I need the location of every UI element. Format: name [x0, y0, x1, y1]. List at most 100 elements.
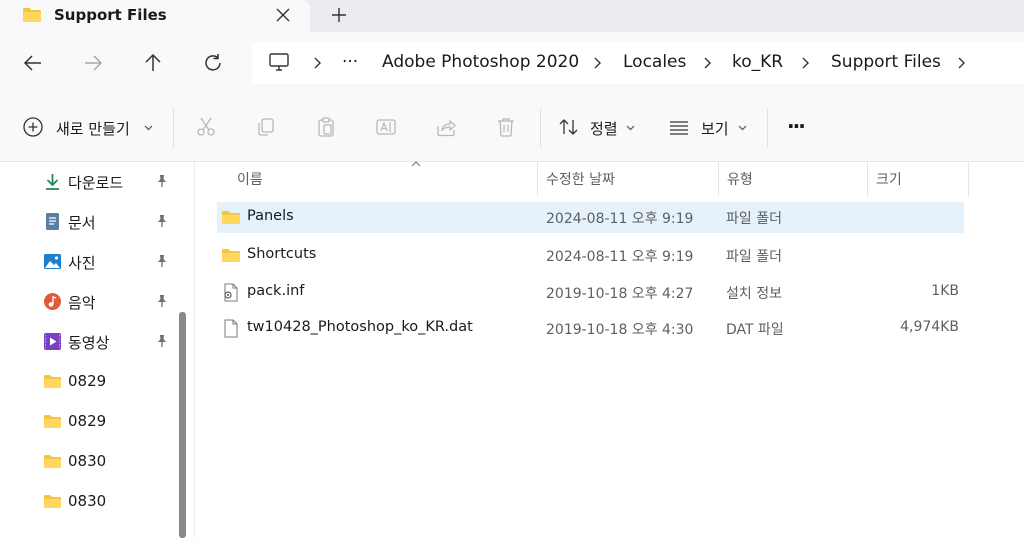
- view-button[interactable]: 보기: [668, 94, 750, 162]
- folder-icon: [23, 8, 41, 22]
- breadcrumb-item[interactable]: Locales: [623, 52, 686, 72]
- pin-icon[interactable]: [155, 254, 169, 268]
- sidebar-item-label: 문서: [68, 214, 96, 232]
- toolbar-divider: [767, 108, 768, 148]
- file-type: 설치 정보: [726, 286, 782, 302]
- column-header-label: 수정한 날짜: [546, 172, 615, 188]
- breadcrumb-item[interactable]: ko_KR: [732, 52, 783, 72]
- file-row[interactable]: Shortcuts 2024-08-11 오후 9:19 파일 폴더: [217, 240, 964, 271]
- folder-icon: [44, 495, 61, 508]
- tab-support-files[interactable]: Support Files: [0, 0, 310, 32]
- sidebar-item-label: 다운로드: [68, 174, 124, 192]
- file-row[interactable]: Panels 2024-08-11 오후 9:19 파일 폴더: [217, 202, 964, 233]
- file-name: tw10428_Photoshop_ko_KR.dat: [247, 319, 473, 335]
- chevron-down-icon: [144, 125, 153, 131]
- breadcrumb-overflow[interactable]: ···: [342, 52, 358, 72]
- back-arrow-icon[interactable]: [22, 52, 44, 74]
- pin-icon[interactable]: [155, 334, 169, 348]
- sidebar-item-label: 0829: [68, 412, 107, 430]
- column-divider[interactable]: [968, 162, 969, 196]
- sidebar-item-folder[interactable]: 0829: [40, 370, 175, 394]
- sidebar-item-label: 0830: [68, 492, 107, 510]
- sidebar-item-videos[interactable]: 동영상: [40, 330, 175, 354]
- sidebar-item-label: 동영상: [68, 334, 110, 352]
- documents-icon: [46, 213, 59, 230]
- folder-icon: [222, 249, 240, 262]
- pin-icon[interactable]: [155, 174, 169, 188]
- sidebar-scrollbar[interactable]: [179, 312, 186, 538]
- music-icon: [44, 293, 61, 310]
- sort-button[interactable]: 정렬: [558, 94, 644, 162]
- file-type: 파일 폴더: [726, 211, 782, 227]
- delete-icon[interactable]: [495, 116, 517, 138]
- videos-icon: [44, 333, 61, 350]
- breadcrumb-item[interactable]: Adobe Photoshop 2020: [382, 52, 579, 72]
- sidebar-item-pictures[interactable]: 사진: [40, 250, 175, 274]
- download-icon: [46, 174, 59, 190]
- sidebar-item-folder[interactable]: 0829: [40, 410, 175, 434]
- command-bar: 새로 만들기 정렬 보기 ···: [0, 94, 1024, 162]
- column-header-type[interactable]: 유형: [719, 162, 867, 196]
- add-circle-icon: [23, 117, 43, 137]
- file-date: 2019-10-18 오후 4:27: [546, 286, 694, 302]
- folder-icon: [44, 375, 61, 388]
- file-name: Shortcuts: [247, 246, 317, 262]
- forward-arrow-icon[interactable]: [82, 52, 104, 74]
- sidebar-item-label: 0829: [68, 372, 107, 390]
- sidebar-item-label: 사진: [68, 254, 96, 272]
- column-header-name[interactable]: 이름: [229, 161, 537, 196]
- chevron-right-icon[interactable]: [312, 56, 322, 70]
- file-date: 2024-08-11 오후 9:19: [546, 249, 694, 265]
- file-name: Panels: [247, 208, 294, 224]
- rename-icon[interactable]: [375, 116, 397, 138]
- column-header-size[interactable]: 크기: [868, 162, 968, 196]
- file-row[interactable]: tw10428_Photoshop_ko_KR.dat 2019-10-18 오…: [217, 313, 964, 344]
- sidebar-item-documents[interactable]: 문서: [40, 210, 175, 234]
- scrollbar-thumb[interactable]: [179, 312, 186, 538]
- sort-ascending-icon: [411, 161, 421, 167]
- up-arrow-icon[interactable]: [142, 52, 164, 74]
- close-icon[interactable]: [274, 6, 292, 24]
- column-header-label: 이름: [237, 172, 263, 188]
- paste-icon[interactable]: [315, 116, 337, 138]
- copy-icon[interactable]: [255, 116, 277, 138]
- pane-divider[interactable]: [194, 162, 195, 538]
- this-pc-icon[interactable]: [268, 52, 290, 72]
- folder-icon: [222, 211, 240, 224]
- breadcrumb-item[interactable]: Support Files: [831, 52, 941, 72]
- column-header-date[interactable]: 수정한 날짜: [538, 162, 718, 196]
- sidebar-item-downloads[interactable]: 다운로드: [40, 170, 175, 194]
- chevron-right-icon[interactable]: [592, 56, 602, 70]
- toolbar-divider: [540, 108, 541, 148]
- chevron-right-icon[interactable]: [956, 56, 966, 70]
- file-date: 2024-08-11 오후 9:19: [546, 211, 694, 227]
- sidebar-item-music[interactable]: 음악: [40, 290, 175, 314]
- share-icon[interactable]: [435, 116, 457, 138]
- chevron-right-icon[interactable]: [800, 56, 810, 70]
- sort-label: 정렬: [590, 120, 618, 138]
- setup-info-file-icon: [224, 283, 238, 302]
- toolbar-divider: [173, 108, 174, 148]
- file-date: 2019-10-18 오후 4:30: [546, 322, 694, 338]
- tab-bar: Support Files: [0, 0, 1024, 32]
- tab-title: Support Files: [54, 6, 167, 24]
- pin-icon[interactable]: [155, 294, 169, 308]
- folder-icon: [44, 415, 61, 428]
- file-row[interactable]: pack.inf 2019-10-18 오후 4:27 설치 정보 1KB: [217, 277, 964, 308]
- sidebar-item-label: 0830: [68, 452, 107, 470]
- file-type: DAT 파일: [726, 322, 784, 338]
- file-name: pack.inf: [247, 283, 305, 299]
- cut-icon[interactable]: [195, 116, 217, 138]
- sidebar-item-folder[interactable]: 0830: [40, 490, 175, 514]
- pictures-icon: [44, 254, 61, 269]
- new-button-label: 새로 만들기: [56, 120, 130, 138]
- more-options-button[interactable]: ···: [787, 114, 806, 138]
- refresh-icon[interactable]: [202, 52, 224, 74]
- address-bar[interactable]: ··· Adobe Photoshop 2020 Locales ko_KR S…: [252, 42, 1024, 84]
- sidebar-item-folder[interactable]: 0830: [40, 450, 175, 474]
- new-tab-icon[interactable]: [330, 6, 348, 24]
- file-size: 1KB: [931, 283, 959, 299]
- view-label: 보기: [701, 120, 729, 138]
- pin-icon[interactable]: [155, 214, 169, 228]
- chevron-right-icon[interactable]: [702, 56, 712, 70]
